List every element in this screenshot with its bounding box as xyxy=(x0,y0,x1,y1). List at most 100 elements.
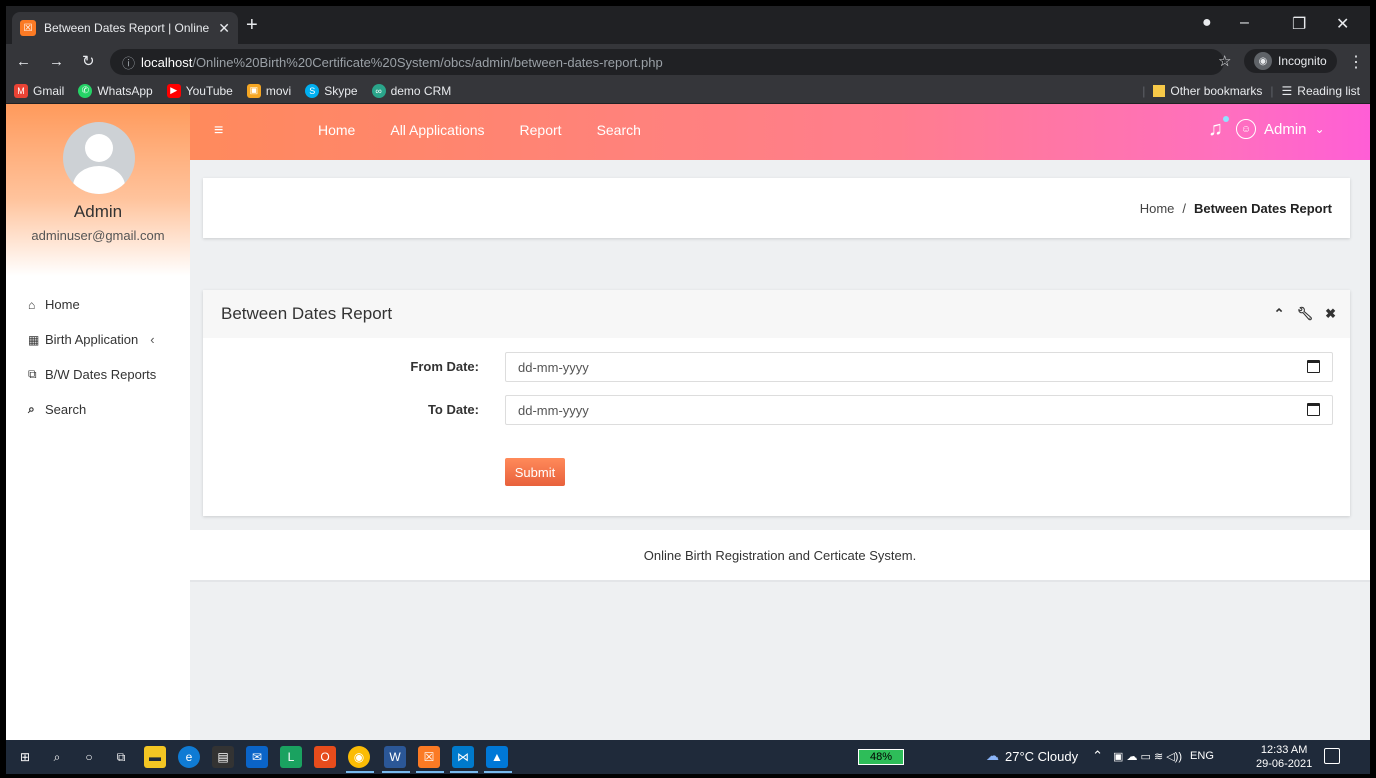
windows-start-icon[interactable]: ⊞ xyxy=(14,746,36,768)
browser-tab[interactable]: ☒ Between Dates Report | Online B ✕ xyxy=(12,12,238,44)
bookmark-star-icon[interactable]: ☆ xyxy=(1218,52,1231,70)
chevron-down-icon: ⌄ xyxy=(1314,122,1325,136)
close-window-icon[interactable]: ✕ xyxy=(1336,14,1349,34)
nav-home[interactable]: Home xyxy=(318,122,355,138)
admin-user-menu[interactable]: ☺ Admin ⌄ xyxy=(1236,119,1325,139)
bookmark-demo-crm[interactable]: ∞ demo CRM xyxy=(371,83,451,98)
reload-icon[interactable]: ↻ xyxy=(82,52,95,70)
divider: | xyxy=(1142,84,1146,98)
to-date-row: To Date: dd-mm-yyyy xyxy=(203,395,1350,425)
active-indicator xyxy=(484,771,512,773)
folder-icon xyxy=(1153,85,1166,97)
bookmark-youtube[interactable]: ▶ YouTube xyxy=(166,83,233,98)
search-icon[interactable]: ⌕ xyxy=(46,746,68,768)
nav-search[interactable]: Search xyxy=(597,122,641,138)
submit-button[interactable]: Submit xyxy=(505,458,565,486)
active-indicator xyxy=(346,771,374,773)
notification-bell-icon[interactable]: ♫ xyxy=(1208,118,1223,141)
bookmarks-bar: M Gmail ✆ WhatsApp ▶ YouTube ▣ movi S Skype ∞… xyxy=(6,78,1370,104)
bookmark-movi[interactable]: ▣ movi xyxy=(246,83,291,98)
back-icon[interactable]: ← xyxy=(16,53,31,70)
mail-icon[interactable]: ✉ xyxy=(246,746,268,768)
sidebar-item-birth-application[interactable]: ▦ Birth Application ‹ xyxy=(28,322,188,357)
bookmarks-right: | Other bookmarks | ☰ Reading list xyxy=(1142,78,1360,104)
photos-icon[interactable]: ▲ xyxy=(486,746,508,768)
report-card: Between Dates Report ⌃ 🔧︎ ✖ From Date: d… xyxy=(203,290,1350,516)
system-tray: ☁ 27°C Cloudy ⌃ ▣ ☁ ▭ ≋ ◁)) ENG xyxy=(986,748,1214,764)
bookmark-whatsapp[interactable]: ✆ WhatsApp xyxy=(78,83,153,98)
home-icon: ⌂ xyxy=(28,297,36,312)
store-icon[interactable]: ▤ xyxy=(212,746,234,768)
close-tab-icon[interactable]: ✕ xyxy=(218,20,230,37)
breadcrumb-separator: / xyxy=(1182,200,1187,216)
vscode-icon[interactable]: ⋈ xyxy=(452,746,474,768)
battery-indicator[interactable]: 48% xyxy=(858,749,904,765)
to-date-input[interactable]: dd-mm-yyyy xyxy=(505,395,1333,425)
profile-menu-icon[interactable]: ● xyxy=(1202,14,1212,32)
collapse-icon[interactable]: ⌃ xyxy=(1274,306,1285,322)
avatar xyxy=(63,122,135,194)
crm-icon: ∞ xyxy=(371,83,386,98)
reading-list-icon: ☰ xyxy=(1281,84,1293,98)
notification-center-icon[interactable] xyxy=(1324,748,1340,764)
calendar-icon[interactable] xyxy=(1307,403,1320,416)
gmail-icon: M xyxy=(14,83,28,98)
incognito-badge[interactable]: ◉ Incognito xyxy=(1244,49,1337,73)
word-icon[interactable]: W xyxy=(384,746,406,768)
calendar-icon[interactable] xyxy=(1307,360,1320,373)
task-view-icon[interactable]: ⧉ xyxy=(110,746,132,768)
hamburger-menu-icon[interactable]: ≡ xyxy=(214,122,223,140)
tab-title: Between Dates Report | Online B xyxy=(44,21,213,35)
sidebar-item-home[interactable]: ⌂ Home xyxy=(28,287,188,322)
bookmark-gmail[interactable]: M Gmail xyxy=(14,83,64,98)
nav-report[interactable]: Report xyxy=(520,122,562,138)
notification-dot xyxy=(1223,116,1229,122)
other-bookmarks[interactable]: Other bookmarks xyxy=(1170,84,1262,98)
clock[interactable]: 12:33 AM 29-06-2021 xyxy=(1256,743,1312,771)
sidebar-item-bw-dates-reports[interactable]: ⧉ B/W Dates Reports xyxy=(28,357,188,392)
weather-text[interactable]: 27°C Cloudy xyxy=(1005,749,1078,764)
card-title: Between Dates Report xyxy=(221,304,393,323)
sidebar-item-search[interactable]: ⌕ Search xyxy=(28,392,188,427)
app: Admin adminuser@gmail.com ⌂ Home ▦ Birth… xyxy=(6,104,1370,740)
minimize-icon[interactable]: – xyxy=(1240,14,1249,32)
new-tab-icon[interactable]: + xyxy=(246,14,258,37)
from-date-input[interactable]: dd-mm-yyyy xyxy=(505,352,1333,382)
reading-list[interactable]: Reading list xyxy=(1297,84,1360,98)
xampp-icon[interactable]: ☒ xyxy=(418,746,440,768)
maximize-icon[interactable]: ❐ xyxy=(1292,14,1306,34)
chevron-left-icon: ‹ xyxy=(150,332,155,347)
footer: Online Birth Registration and Certicate … xyxy=(190,530,1370,582)
close-icon[interactable]: ✖ xyxy=(1325,306,1336,322)
forward-icon[interactable]: → xyxy=(49,53,64,70)
tray-chevron-icon[interactable]: ⌃ xyxy=(1092,748,1103,764)
l-app-icon[interactable]: L xyxy=(280,746,302,768)
wrench-icon[interactable]: 🔧︎ xyxy=(1297,306,1314,322)
browser-menu-icon[interactable]: ⋮ xyxy=(1348,52,1364,72)
from-date-label: From Date: xyxy=(410,359,479,374)
nav-all-applications[interactable]: All Applications xyxy=(390,122,484,138)
breadcrumb-home[interactable]: Home xyxy=(1140,201,1175,216)
clock-date: 29-06-2021 xyxy=(1256,758,1313,770)
sidebar-menu: ⌂ Home ▦ Birth Application ‹ ⧉ B/W Dates… xyxy=(28,287,188,427)
office-icon[interactable]: O xyxy=(314,746,336,768)
bookmark-skype[interactable]: S Skype xyxy=(305,83,358,98)
top-navbar: ≡ Home All Applications Report Search ♫ … xyxy=(190,104,1370,160)
url-bar[interactable]: ⓘ localhost/Online%20Birth%20Certificate… xyxy=(110,49,1224,75)
tray-icons[interactable]: ▣ ☁ ▭ ≋ ◁)) xyxy=(1113,750,1182,763)
info-icon[interactable]: ⓘ xyxy=(122,53,135,72)
cortana-icon[interactable]: ○ xyxy=(78,746,100,768)
edge-icon[interactable]: e xyxy=(178,746,200,768)
card-header: Between Dates Report ⌃ 🔧︎ ✖ xyxy=(203,290,1350,338)
admin-user-label: Admin xyxy=(1264,120,1307,138)
language-indicator[interactable]: ENG xyxy=(1190,750,1214,762)
admin-email: adminuser@gmail.com xyxy=(31,228,165,243)
from-date-row: From Date: dd-mm-yyyy xyxy=(203,352,1350,382)
active-indicator xyxy=(382,771,410,773)
user-icon: ☺ xyxy=(1236,119,1256,139)
taskbar: ⊞ ⌕ ○ ⧉ ▬ e ▤ ✉ L O ◉ W ☒ ⋈ ▲ 48% ☁ 27°C… xyxy=(6,740,1370,774)
incognito-label: Incognito xyxy=(1278,54,1327,68)
chrome-icon[interactable]: ◉ xyxy=(348,746,370,768)
whatsapp-icon: ✆ xyxy=(78,83,93,98)
file-explorer-icon[interactable]: ▬ xyxy=(144,746,166,768)
